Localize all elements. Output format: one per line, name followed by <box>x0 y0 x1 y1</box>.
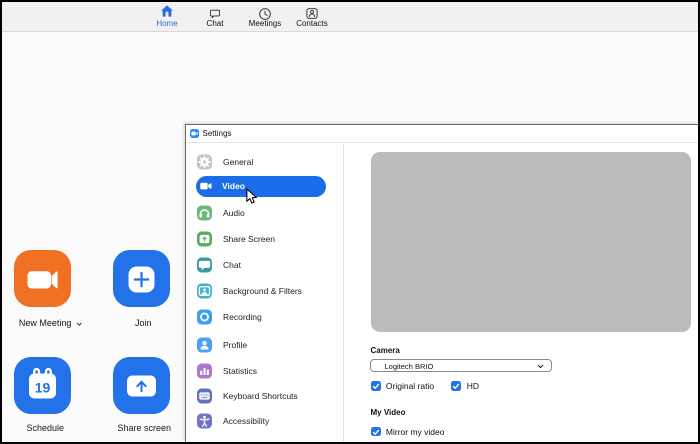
svg-text:19: 19 <box>35 380 51 396</box>
